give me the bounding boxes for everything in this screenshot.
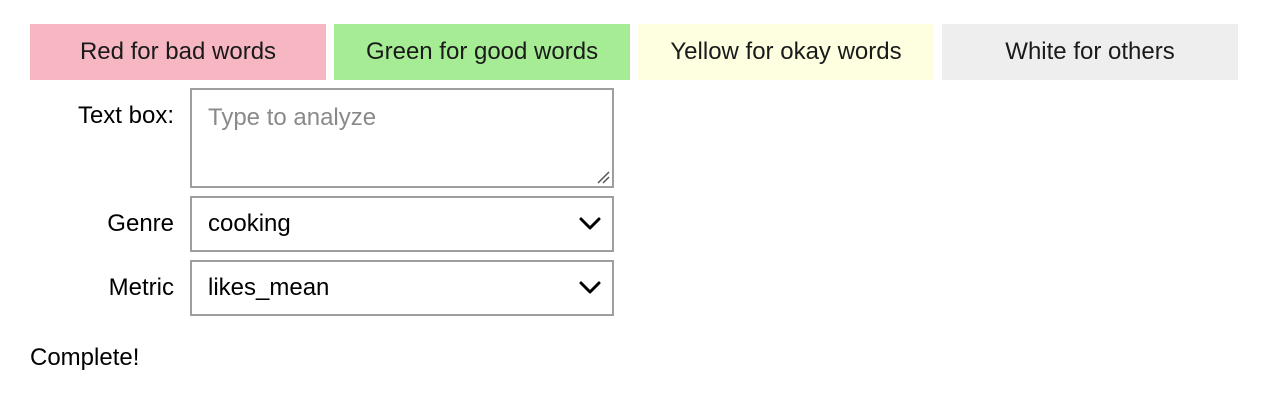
chevron-down-icon bbox=[578, 212, 602, 236]
genre-select[interactable]: cooking bbox=[190, 196, 614, 252]
chevron-down-icon bbox=[578, 276, 602, 300]
color-legend: Red for bad words Green for good words Y… bbox=[30, 24, 1238, 80]
metric-label: Metric bbox=[108, 274, 174, 301]
analyze-textarea[interactable]: Type to analyze bbox=[190, 88, 614, 188]
legend-green-good-words: Green for good words bbox=[334, 24, 630, 80]
metric-row: Metric likes_mean bbox=[30, 260, 614, 316]
genre-label: Genre bbox=[107, 210, 174, 237]
textbox-row: Text box: Type to analyze bbox=[30, 88, 614, 188]
textbox-label: Text box: bbox=[77, 102, 174, 129]
genre-selected-value: cooking bbox=[208, 210, 291, 237]
status-message: Complete! bbox=[30, 344, 140, 371]
legend-red-bad-words: Red for bad words bbox=[30, 24, 326, 80]
metric-select[interactable]: likes_mean bbox=[190, 260, 614, 316]
genre-row: Genre cooking bbox=[30, 196, 614, 252]
textarea-placeholder: Type to analyze bbox=[208, 104, 377, 131]
metric-selected-value: likes_mean bbox=[208, 274, 330, 301]
legend-yellow-okay-words: Yellow for okay words bbox=[638, 24, 934, 80]
resize-grip-icon[interactable] bbox=[596, 170, 610, 184]
legend-white-others: White for others bbox=[942, 24, 1238, 80]
